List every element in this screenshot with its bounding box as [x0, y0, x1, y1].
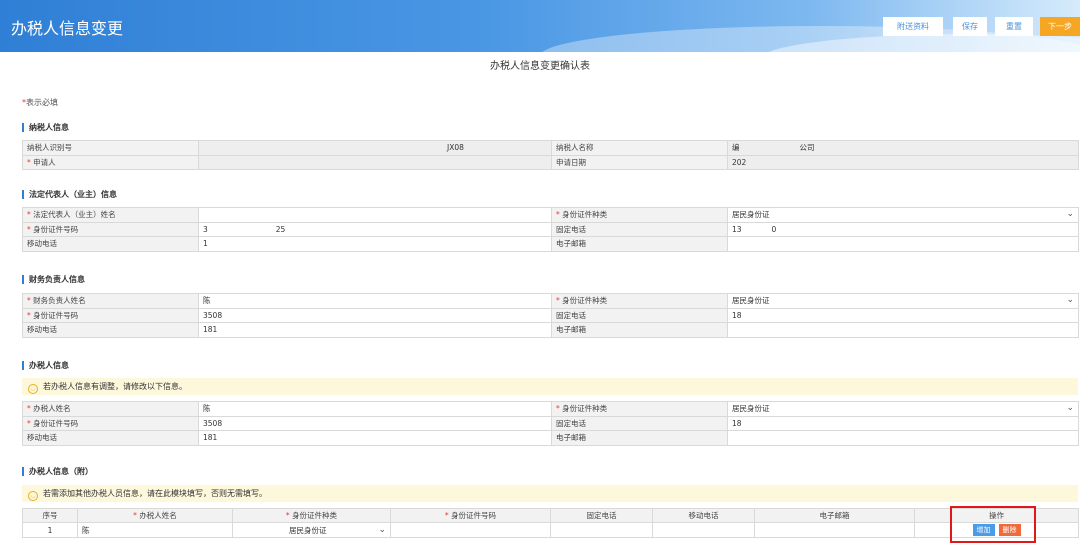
section-title-attached: 办税人信息（附） — [22, 467, 93, 476]
col-header-email: 电子邮箱 — [754, 508, 915, 523]
section-title-taxagent: 办税人信息 — [22, 361, 69, 370]
col-header-idtype: * 身份证件种类 — [232, 508, 391, 523]
taxagent-mobile-label: 移动电话 — [22, 430, 199, 446]
apply-date-label: 申请日期 — [551, 154, 728, 170]
taxagent-name-label: * 办税人姓名 — [22, 401, 199, 417]
col-header-name: * 办税人姓名 — [77, 508, 233, 523]
legal-email-field[interactable] — [727, 236, 1079, 252]
highlight-box — [950, 506, 1036, 543]
taxagent-idno-field[interactable]: 3508 — [198, 415, 552, 431]
finance-name-label: * 财务负责人姓名 — [22, 293, 199, 309]
header-bar: 办税人信息变更 附送资料 保存 重置 下一步 — [0, 0, 1080, 52]
save-button[interactable]: 保存 — [953, 17, 987, 36]
col-header-index: 序号 — [22, 508, 78, 523]
legal-idno-label: * 身份证件号码 — [22, 221, 199, 237]
row-phone-field[interactable] — [550, 522, 653, 538]
apply-date-field: 202 — [727, 154, 1079, 170]
col-header-phone: 固定电话 — [550, 508, 653, 523]
col-header-idno: * 身份证件号码 — [390, 508, 551, 523]
taxpayer-name-label: 纳税人名称 — [551, 140, 728, 156]
legal-mobile-label: 移动电话 — [22, 236, 199, 252]
attach-button[interactable]: 附送资料 — [883, 17, 943, 36]
finance-table: * 财务负责人姓名 陈 * 身份证件种类 居民身份证 ⌄ * 身份证件号码 350… — [22, 293, 1079, 338]
finance-name-field[interactable]: 陈 — [198, 293, 552, 309]
next-button[interactable]: 下一步 — [1040, 17, 1080, 36]
taxagent-notice: ◡ 若办税人信息有调整，请修改以下信息。 — [22, 378, 1078, 395]
section-title-legal: 法定代表人（业主）信息 — [22, 190, 117, 199]
legal-idno-field[interactable]: 3 25 — [198, 221, 552, 237]
applicant-field[interactable] — [198, 154, 552, 170]
attached-notice: ◡ 若需添加其他办税人员信息，请在此模块填写，否则无需填写。 — [22, 485, 1078, 502]
tax-id-label: 纳税人识别号 — [22, 140, 199, 156]
finance-email-field[interactable] — [727, 322, 1079, 338]
finance-phone-field[interactable]: 18 — [727, 307, 1079, 323]
finance-idtype-select[interactable]: 居民身份证 ⌄ — [727, 293, 1079, 309]
row-idtype-select[interactable]: 居民身份证 ⌄ — [232, 522, 391, 538]
legal-email-label: 电子邮箱 — [551, 236, 728, 252]
smile-icon: ◡ — [28, 491, 38, 501]
row-name-field[interactable]: 陈 — [77, 522, 233, 538]
legal-phone-label: 固定电话 — [551, 221, 728, 237]
col-header-mobile: 移动电话 — [652, 508, 755, 523]
legal-mobile-field[interactable]: 1 — [198, 236, 552, 252]
chevron-down-icon: ⌄ — [378, 524, 386, 535]
row-mobile-field[interactable] — [652, 522, 755, 538]
finance-mobile-label: 移动电话 — [22, 322, 199, 338]
required-note: *表示必填 — [22, 98, 58, 107]
attached-table: 序号 * 办税人姓名 * 身份证件种类 * 身份证件号码 固定电话 移动电话 电… — [22, 508, 1079, 538]
taxagent-phone-field[interactable]: 18 — [727, 415, 1079, 431]
taxagent-idno-label: * 身份证件号码 — [22, 415, 199, 431]
chevron-down-icon: ⌄ — [1066, 209, 1074, 220]
taxagent-idtype-select[interactable]: 居民身份证 ⌄ — [727, 401, 1079, 417]
page-title: 办税人信息变更确认表 — [490, 61, 590, 72]
app-title: 办税人信息变更 — [11, 19, 124, 38]
section-title-taxpayer: 纳税人信息 — [22, 123, 69, 132]
finance-phone-label: 固定电话 — [551, 307, 728, 323]
finance-mobile-field[interactable]: 181 — [198, 322, 552, 338]
taxagent-phone-label: 固定电话 — [551, 415, 728, 431]
taxagent-email-field[interactable] — [727, 430, 1079, 446]
taxpayer-name-field: 编公司 — [727, 140, 1079, 156]
chevron-down-icon: ⌄ — [1066, 403, 1074, 414]
taxagent-name-field[interactable]: 陈 — [198, 401, 552, 417]
finance-idno-label: * 身份证件号码 — [22, 307, 199, 323]
taxagent-mobile-field[interactable]: 181 — [198, 430, 552, 446]
row-index: 1 — [22, 522, 78, 538]
legal-name-label: * 法定代表人（业主）姓名 — [22, 207, 199, 223]
taxagent-idtype-label: * 身份证件种类 — [551, 401, 728, 417]
table-row: 1 陈 居民身份证 ⌄ 增加 删除 — [22, 522, 1079, 538]
legal-phone-field[interactable]: 13 0 — [727, 221, 1079, 237]
legal-idtype-select[interactable]: 居民身份证 ⌄ — [727, 207, 1079, 223]
legal-name-field[interactable] — [198, 207, 552, 223]
applicant-label: * 申请人 — [22, 154, 199, 170]
taxpayer-table: 纳税人识别号 JX08 纳税人名称 编公司 * 申请人 申请日期 202 — [22, 140, 1079, 170]
row-idno-field[interactable] — [390, 522, 551, 538]
row-email-field[interactable] — [754, 522, 915, 538]
table-header-row: 序号 * 办税人姓名 * 身份证件种类 * 身份证件号码 固定电话 移动电话 电… — [22, 508, 1079, 523]
tax-id-field: JX08 — [198, 140, 552, 156]
chevron-down-icon: ⌄ — [1066, 295, 1074, 306]
taxagent-table: * 办税人姓名 陈 * 身份证件种类 居民身份证 ⌄ * 身份证件号码 3508 … — [22, 401, 1079, 446]
section-title-finance: 财务负责人信息 — [22, 275, 85, 284]
finance-email-label: 电子邮箱 — [551, 322, 728, 338]
reset-button[interactable]: 重置 — [995, 17, 1033, 36]
finance-idtype-label: * 身份证件种类 — [551, 293, 728, 309]
finance-idno-field[interactable]: 3508 — [198, 307, 552, 323]
legal-table: * 法定代表人（业主）姓名 * 身份证件种类 居民身份证 ⌄ * 身份证件号码 3… — [22, 207, 1079, 252]
legal-idtype-label: * 身份证件种类 — [551, 207, 728, 223]
taxagent-email-label: 电子邮箱 — [551, 430, 728, 446]
smile-icon: ◡ — [28, 384, 38, 394]
